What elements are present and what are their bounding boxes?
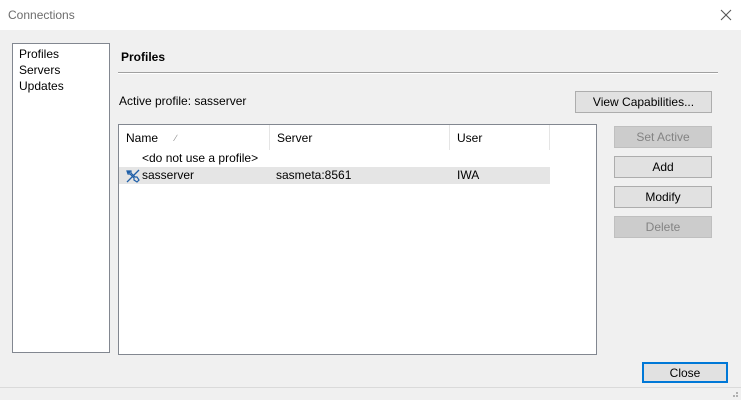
nav-list: Profiles Servers Updates (12, 43, 110, 353)
column-header-name[interactable]: Name ∕ (119, 125, 270, 150)
nav-item-servers[interactable]: Servers (19, 62, 60, 78)
section-divider (118, 72, 718, 74)
column-header-server[interactable]: Server (270, 125, 450, 150)
list-header: Name ∕ Server User (119, 125, 550, 150)
delete-button[interactable]: Delete (614, 216, 712, 238)
active-profile-label: Active profile: sasserver (119, 94, 247, 108)
table-row[interactable]: <do not use a profile> (119, 150, 550, 167)
column-header-user[interactable]: User (450, 125, 550, 150)
connection-plug-icon (125, 168, 141, 184)
row-user: IWA (457, 168, 480, 182)
row-name: <do not use a profile> (142, 151, 259, 165)
column-user-label: User (457, 131, 483, 145)
window-close-button[interactable] (715, 4, 737, 26)
window-title: Connections (8, 8, 75, 22)
title-bar: Connections (0, 0, 741, 30)
row-name: sasserver (142, 168, 195, 182)
add-button[interactable]: Add (614, 156, 712, 178)
set-active-button[interactable]: Set Active (614, 126, 712, 148)
modify-button[interactable]: Modify (614, 186, 712, 208)
section-title: Profiles (121, 50, 166, 64)
nav-item-profiles[interactable]: Profiles (19, 46, 59, 62)
sort-indicator-icon: ∕ (175, 133, 177, 143)
profiles-list[interactable]: Name ∕ Server User <do not use a profile… (118, 124, 597, 355)
view-capabilities-button[interactable]: View Capabilities... (575, 91, 712, 113)
close-icon (720, 9, 732, 21)
column-name-label: Name (126, 131, 159, 145)
status-strip (0, 387, 741, 400)
row-server: sasmeta:8561 (276, 168, 352, 182)
table-row[interactable]: sasserver sasmeta:8561 IWA (119, 167, 550, 184)
resize-grip-icon[interactable] (729, 388, 739, 398)
close-button[interactable]: Close (642, 362, 728, 383)
nav-item-updates[interactable]: Updates (19, 78, 64, 94)
column-server-label: Server (277, 131, 313, 145)
